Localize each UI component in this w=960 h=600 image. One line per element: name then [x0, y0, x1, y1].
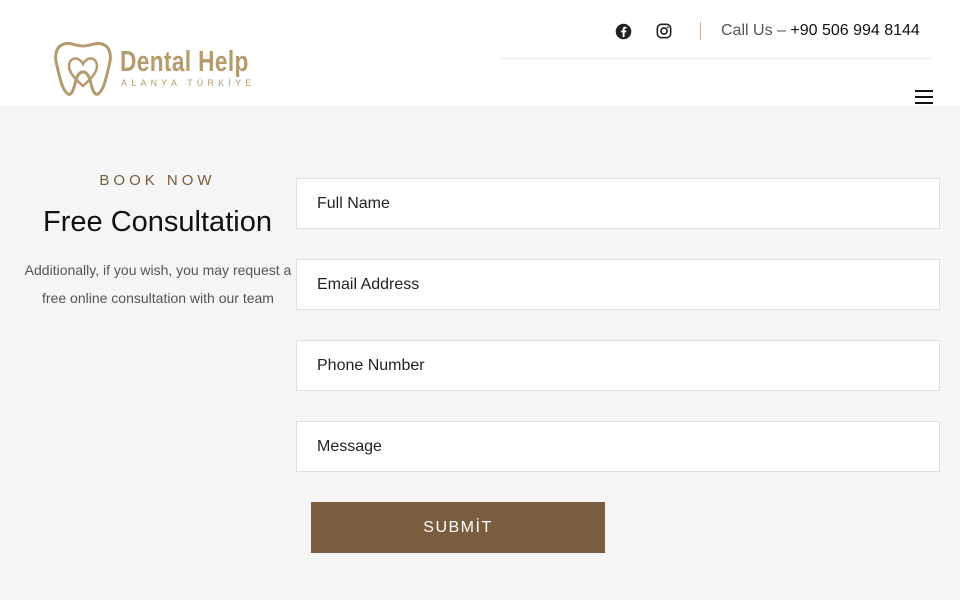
section-title: Free Consultation — [43, 206, 272, 238]
call-label: Call Us – — [721, 22, 791, 39]
hamburger-menu-icon — [915, 90, 933, 92]
email-input[interactable] — [296, 259, 940, 310]
section-description: Additionally, if you wish, you may reque… — [24, 262, 292, 306]
book-now-eyebrow: BOOK NOW — [99, 172, 216, 189]
phone-link[interactable]: +90 506 994 8144 — [790, 22, 919, 39]
tooth-heart-logo-icon — [54, 41, 112, 96]
submit-button[interactable]: SUBMİT — [311, 502, 605, 553]
facebook-icon — [615, 23, 631, 39]
site-header: Dental Help ALANYA TÜRKİYE Call Us – +90… — [0, 0, 960, 106]
header-rule — [500, 58, 932, 59]
instagram-icon — [656, 23, 672, 39]
full-name-input[interactable] — [296, 178, 940, 229]
header-divider — [700, 22, 701, 40]
logo-tagline: ALANYA TÜRKİYE — [121, 78, 256, 88]
message-textarea[interactable] — [296, 421, 940, 472]
instagram-link[interactable] — [654, 21, 674, 41]
logo[interactable]: Dental Help ALANYA TÜRKİYE — [52, 38, 251, 100]
phone-input[interactable] — [296, 340, 940, 391]
facebook-link[interactable] — [613, 21, 633, 41]
hamburger-menu-button[interactable] — [912, 88, 936, 106]
logo-name: Dental Help — [120, 46, 249, 78]
call-us: Call Us – +90 506 994 8144 — [721, 22, 920, 40]
